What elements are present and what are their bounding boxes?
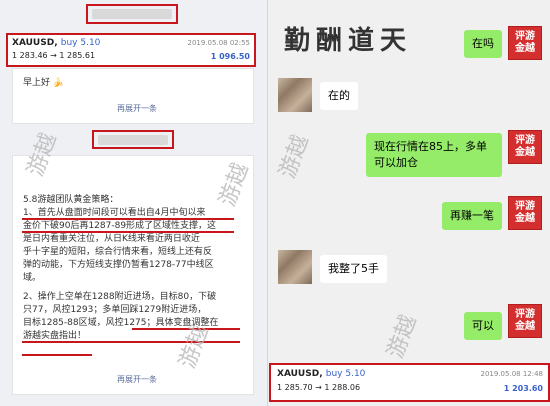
watermark: 游越 [383, 311, 422, 362]
strategy-line: 弹的动能，下方短线支撑仍暂看1278-77中线区 [23, 260, 214, 270]
user-avatar: 评游 金越 [508, 26, 542, 60]
highlight-box [269, 363, 550, 402]
strategy-line: 乎十字星的短阳，综合行情来看，短线上还有反 [23, 247, 213, 257]
strategy-line: 2、操作上空单在1288附近进场，目标80，下破 [23, 292, 217, 302]
left-panel: XAUUSD, buy 5.10 2019.05.08 02:55 1 283.… [0, 0, 267, 406]
banana-icon: 🍌 [52, 78, 65, 88]
chat-bubble-sent: 再赚一笔 [442, 202, 502, 230]
strategy-text: 5.8游越团队黄金策略： 1、首先从盘面时间段可以看出自4月中旬以来 金价下破9… [23, 194, 251, 343]
expand-more-link[interactable]: 再展开一条 [117, 103, 157, 114]
highlight-box [86, 4, 178, 24]
user-avatar: 评游 金越 [508, 304, 542, 338]
strategy-line: 域。 [23, 273, 42, 283]
highlight-box [92, 130, 174, 149]
user-avatar: 评游 金越 [508, 196, 542, 230]
chat-bubble-sent: 可以 [464, 312, 502, 340]
brand-title: 勤酬道天 [284, 26, 413, 56]
greeting-text: 早上好 🍌 [23, 78, 65, 88]
contact-avatar [278, 250, 312, 284]
strategy-line: 是日内看重关注位，从日K线来看近两日收近 [23, 234, 200, 244]
user-avatar: 评游 金越 [508, 130, 542, 164]
red-underline [22, 354, 92, 356]
chat-bubble-sent: 现在行情在85上，多单可以加仓 [366, 133, 502, 177]
expand-more-link[interactable]: 再展开一条 [117, 374, 157, 385]
highlight-box [6, 33, 256, 67]
message-card: 早上好 🍌 再展开一条 [12, 68, 254, 124]
watermark: 游越 [275, 131, 314, 182]
red-underline [22, 218, 234, 220]
chat-bubble-received: 我整了5手 [320, 255, 387, 283]
red-underline [22, 231, 234, 233]
contact-avatar [278, 78, 312, 112]
chat-bubble-received: 在的 [320, 82, 358, 110]
strategy-line: 只77，风控1293；多单回踩1279附近进场， [23, 305, 207, 315]
chat-bubble-sent: 在吗 [464, 30, 502, 58]
chat-panel: 勤酬道天 在吗 评游 金越 在的 现在行情在85上，多单可以加仓 评游 金越 再… [267, 0, 550, 406]
